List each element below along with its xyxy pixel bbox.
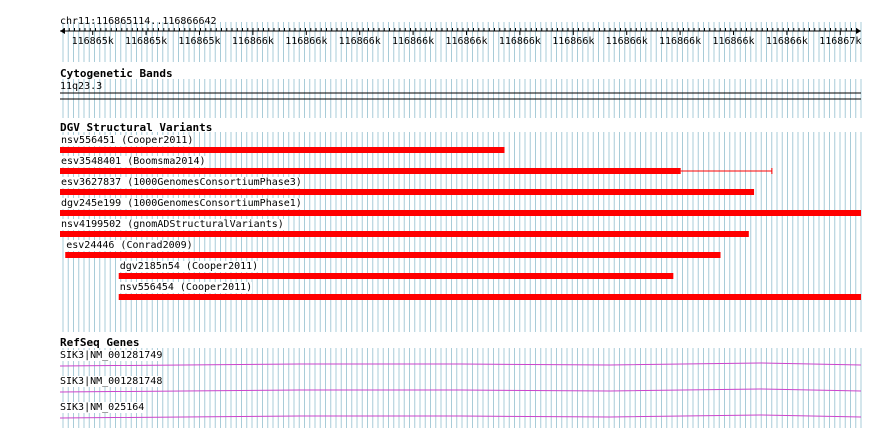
ruler-tick-label: 116866k — [712, 36, 755, 47]
refseq-gene-label[interactable]: SIK3|NM_025164 — [60, 402, 145, 413]
refseq-gene-line[interactable] — [59, 362, 862, 367]
track-canvas[interactable] — [0, 0, 890, 428]
refseq-gene-line[interactable] — [59, 388, 862, 393]
dgv-feature-bar[interactable] — [60, 231, 749, 237]
ruler-tick-label: 116866k — [392, 36, 435, 47]
dgv-feature-label[interactable]: esv24446 (Conrad2009) — [66, 240, 193, 251]
dgv-feature-bar[interactable] — [118, 294, 862, 300]
ruler-tick-label: 116866k — [445, 36, 488, 47]
ruler-tick-label: 116866k — [231, 36, 274, 47]
dgv-feature-label[interactable]: nsv556451 (Cooper2011) — [61, 135, 194, 146]
dgv-feature-bar[interactable] — [60, 210, 861, 216]
ruler-tick-label: 116866k — [659, 36, 702, 47]
refseq-gene-label[interactable]: SIK3|NM_001281749 — [60, 350, 163, 361]
dgv-feature-label[interactable]: nsv4199502 (gnomADStructuralVariants) — [61, 219, 284, 230]
track-title-cytoband: Cytogenetic Bands — [60, 67, 173, 80]
track-title-refseq: RefSeq Genes — [60, 336, 140, 349]
dgv-feature-label[interactable]: esv3548401 (Boomsma2014) — [61, 156, 206, 167]
dgv-feature-bar[interactable] — [65, 252, 721, 258]
ruler-tick-label: 116866k — [765, 36, 808, 47]
ruler-tick-label: 116866k — [285, 36, 328, 47]
ruler-tick-label: 116866k — [338, 36, 381, 47]
ruler-tick-label: 116865k — [71, 36, 114, 47]
dgv-feature-bar[interactable] — [60, 189, 755, 195]
ruler-tick-label: 116867k — [819, 36, 862, 47]
dgv-feature-label[interactable]: dgv245e199 (1000GenomesConsortiumPhase1) — [61, 198, 302, 209]
ruler-tick-label: 116865k — [125, 36, 168, 47]
ruler-tick-label: 116865k — [178, 36, 221, 47]
dgv-feature-bar[interactable] — [60, 147, 505, 153]
locus-label: chr11:116865114..116866642 — [60, 16, 217, 27]
row-background — [0, 0, 890, 14]
dgv-feature-label[interactable]: nsv556454 (Cooper2011) — [119, 282, 253, 293]
dgv-feature-label[interactable]: esv3627837 (1000GenomesConsortiumPhase3) — [61, 177, 302, 188]
track-title-dgv: DGV Structural Variants — [60, 121, 213, 134]
cytoband-label[interactable]: 11q23.3 — [60, 81, 102, 92]
dgv-feature-label[interactable]: dgv2185n54 (Cooper2011) — [119, 261, 259, 272]
ruler-tick-label: 116866k — [498, 36, 541, 47]
refseq-gene-line[interactable] — [59, 414, 862, 419]
refseq-gene-label[interactable]: SIK3|NM_001281748 — [60, 376, 163, 387]
ruler-tick-label: 116866k — [605, 36, 648, 47]
dgv-feature-bar[interactable] — [60, 168, 681, 174]
ruler-tick-label: 116866k — [552, 36, 595, 47]
dgv-feature-bar[interactable] — [118, 273, 674, 279]
